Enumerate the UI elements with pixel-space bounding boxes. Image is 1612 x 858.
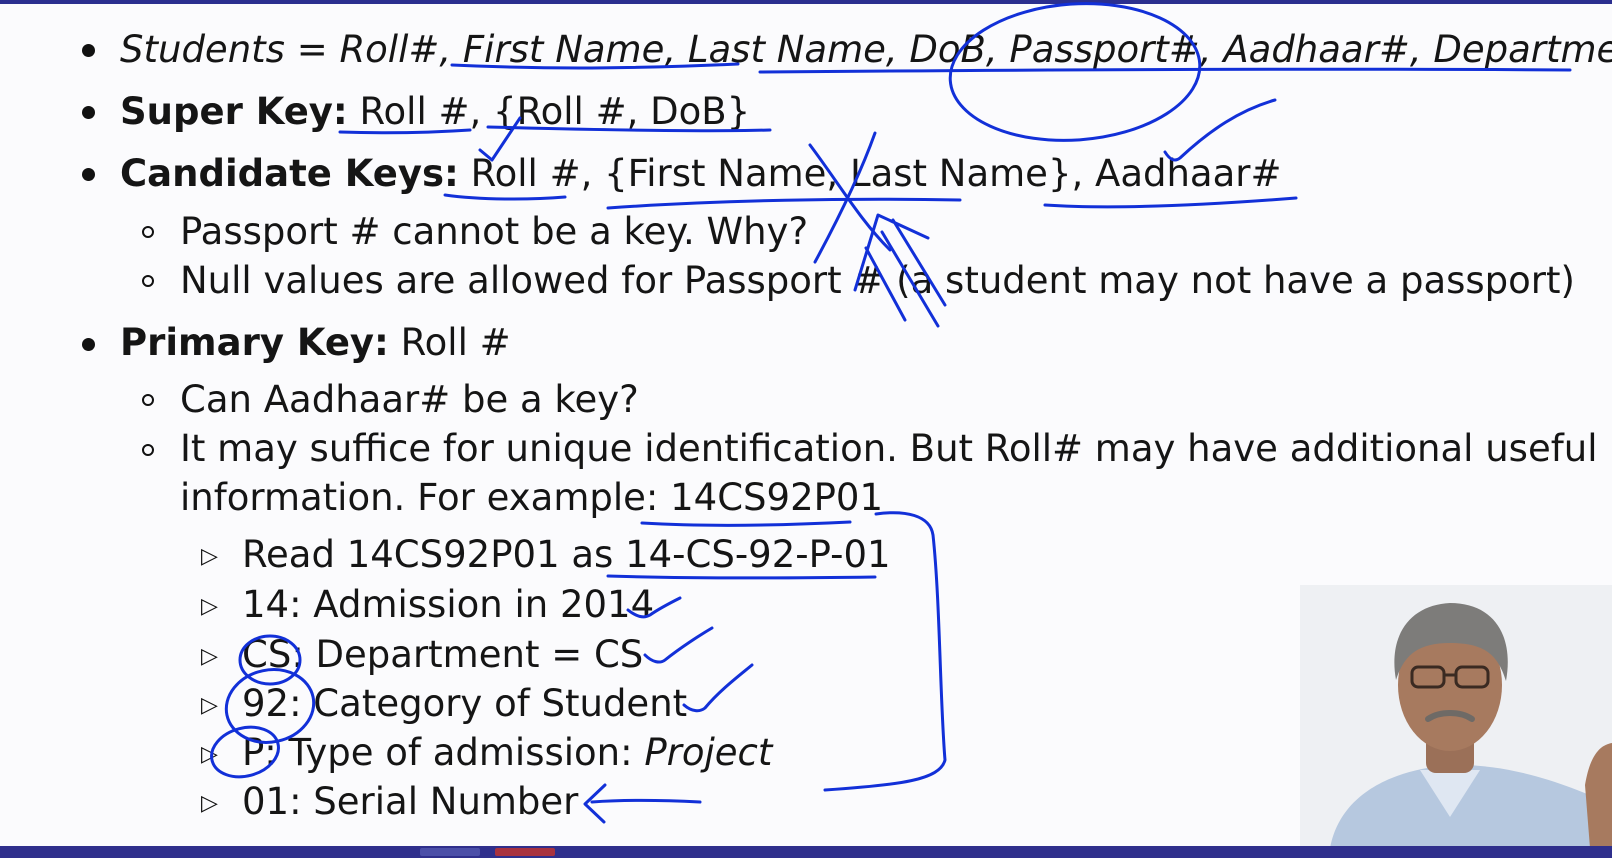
cross-out-mark [808, 143, 892, 252]
slide-bottom-bar [0, 846, 1612, 858]
underline-first-last [606, 197, 962, 210]
tick-category [682, 663, 754, 713]
circle-passport [948, 2, 1202, 142]
underline-14CS92P01 [640, 520, 852, 527]
speaker-video [1300, 585, 1612, 848]
bottom-bar-segment [495, 848, 555, 856]
bracket [823, 511, 947, 792]
underline-students-rest [758, 67, 1572, 74]
circle-92 [224, 668, 316, 744]
arrow-serial-number [583, 783, 702, 824]
underline-first-last-name [450, 62, 740, 70]
underline-super-key [338, 128, 472, 135]
bottom-bar-segment [420, 848, 480, 856]
underline-roll [443, 193, 567, 201]
arrow-scribble [853, 213, 947, 328]
underline-aadhaar [1043, 196, 1298, 209]
tick-super-key [478, 116, 522, 162]
cross-out-mark-2 [813, 131, 877, 264]
tick-aadhaar [1163, 98, 1277, 162]
circle-p [210, 725, 280, 779]
underline-roll-dob [486, 125, 772, 133]
lecture-slide: Students = Roll#, First Name, Last Name,… [0, 0, 1612, 858]
tick-department [643, 626, 714, 664]
tick-admission [626, 596, 682, 619]
underline-14-CS-92-P-01 [606, 574, 877, 580]
